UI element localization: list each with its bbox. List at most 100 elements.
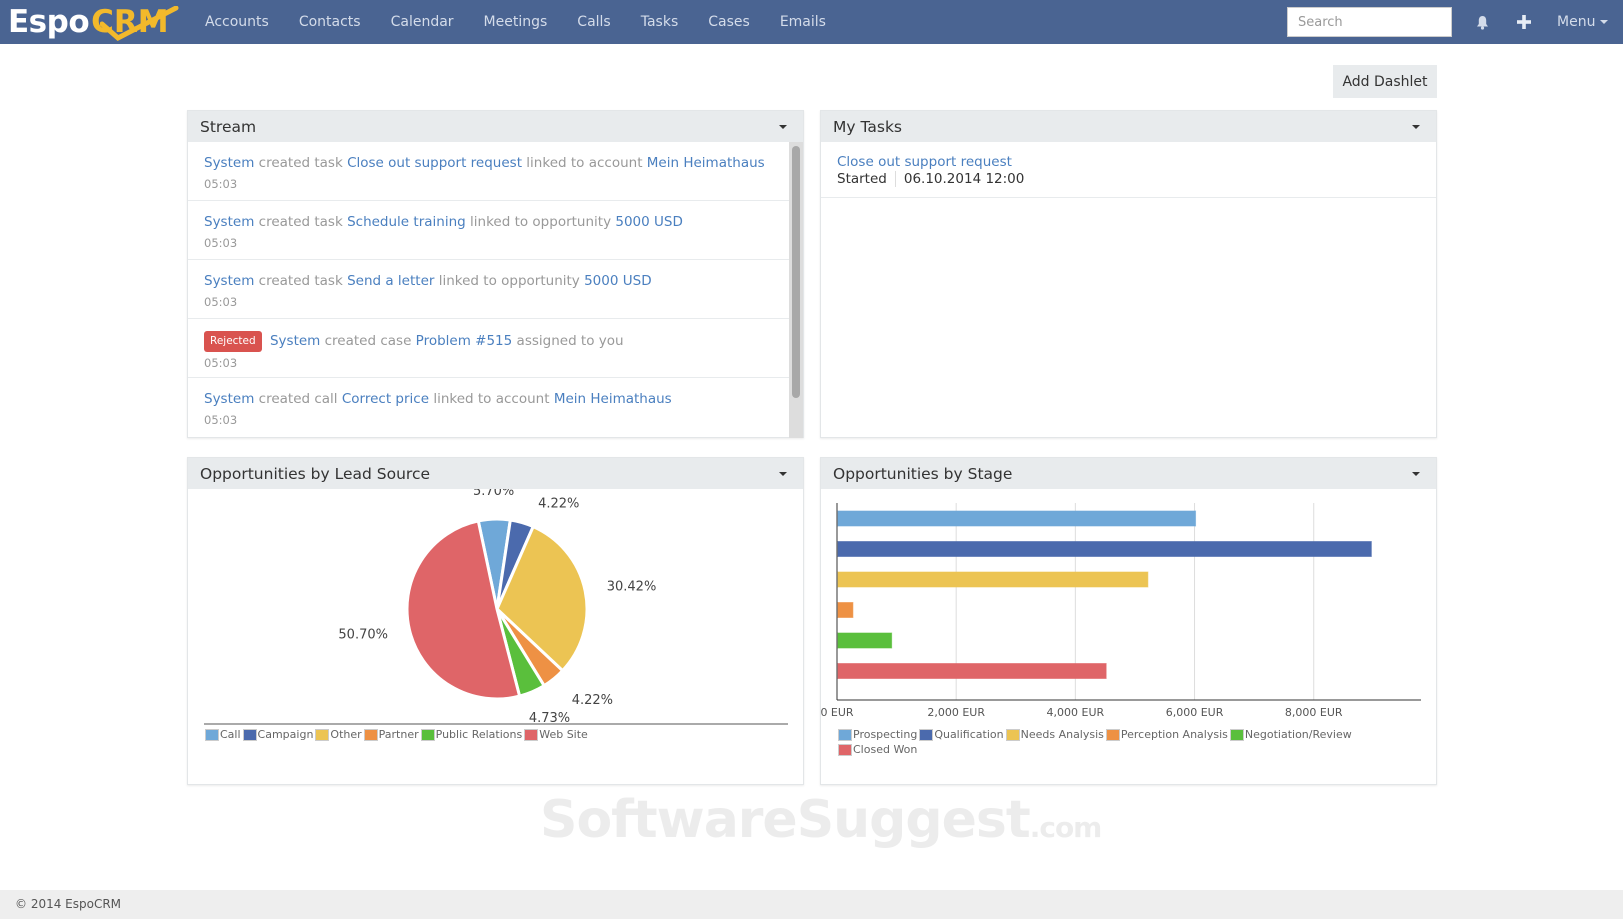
stream-related-link[interactable]: Mein Heimathaus [554,391,672,407]
legend-item-web-site[interactable]: Web Site [524,727,588,742]
legend-swatch [1005,728,1020,741]
stream-related-link[interactable]: 5000 USD [615,214,683,230]
by-stage-dashlet: Opportunities by Stage 0 EUR 2,000 EUR 4,0… [820,457,1437,785]
by-stage-dashlet-menu-button[interactable] [1408,468,1424,480]
nav-item-accounts[interactable]: Accounts [190,0,284,44]
stream-dashlet-header: Stream [188,111,803,142]
stream-related-link[interactable]: Mein Heimathaus [647,155,765,171]
legend-label: Closed Won [853,743,918,756]
legend-item-needs-analysis[interactable]: Needs Analysis [1005,727,1104,742]
bar-closed-won[interactable] [837,663,1107,679]
stream-actor-link[interactable]: System [204,273,254,289]
my-tasks-dashlet-title: My Tasks [833,117,903,136]
stream-timestamp: 05:03 [204,413,238,427]
stream-actor-link[interactable]: System [204,155,254,171]
my-tasks-dashlet-menu-button[interactable] [1408,121,1424,133]
stream-list-container: System created task Close out support re… [188,142,803,438]
stream-target-link[interactable]: Send a letter [347,273,434,289]
chevron-down-icon [779,124,787,129]
stream-related-link[interactable]: 5000 USD [584,273,652,289]
legend-item-perception-analysis[interactable]: Perception Analysis [1105,727,1228,742]
logo[interactable]: Espo CRM [8,4,179,42]
legend-swatch [363,728,378,741]
bar-qualification[interactable] [837,541,1372,557]
nav-item-calls[interactable]: Calls [562,0,625,44]
pie-chart: 5.70%4.22%30.42%4.22%4.73%50.70% [204,489,788,726]
stream-actor-link[interactable]: System [270,333,320,349]
lead-source-dashlet: Opportunities by Lead Source 5.70% 4.22% 3… [187,457,804,785]
search-input[interactable] [1287,7,1452,37]
nav-item-meetings[interactable]: Meetings [469,0,563,44]
stream-dashlet-menu-button[interactable] [775,121,791,133]
nav-item-calendar[interactable]: Calendar [376,0,469,44]
legend-item-negotiation-review[interactable]: Negotiation/Review [1229,727,1352,742]
legend-item-qualification[interactable]: Qualification [919,727,1004,742]
stream-action: created case [324,333,412,349]
by-stage-chart-area: 0 EUR 2,000 EUR 4,000 EUR 6,000 EUR 8,000 EU… [821,489,1436,785]
nav-item-tasks[interactable]: Tasks [626,0,694,44]
legend-swatch [838,743,852,756]
stream-list: System created task Close out support re… [188,142,789,437]
stream-dashlet: Stream System created task Close out sup… [187,110,804,438]
nav-item-cases[interactable]: Cases [693,0,765,44]
main-menu-button[interactable]: Menu [1557,0,1609,44]
stream-actor-link[interactable]: System [204,391,254,407]
add-dashlet-button[interactable]: Add Dashlet [1333,65,1437,98]
bell-icon [1476,15,1488,30]
legend-swatch [1229,728,1244,741]
task-item: Close out support request Started 06.10.… [821,142,1436,198]
menu-label: Menu [1557,14,1596,30]
stream-scrollbar-thumb[interactable] [792,146,800,398]
plus-icon [1517,15,1531,29]
stream-action: created call [258,391,338,407]
stream-timestamp: 05:03 [204,295,238,309]
task-name-link[interactable]: Close out support request [837,154,1420,170]
legend-swatch [242,728,257,741]
pie-label-partner: 4.22% [572,693,613,708]
stream-action: created task [258,214,343,230]
lead-source-chart-area: 5.70% 4.22% 30.42% 4.22% 4.73% 50.70% Call Cam… [188,489,803,785]
pie-label-campaign: 4.22% [538,496,579,511]
stream-item: System created call Correct price linked… [188,378,789,437]
pie-label-call: 5.70% [473,489,514,499]
legend-label: Campaign [257,728,314,741]
nav-item-emails[interactable]: Emails [765,0,841,44]
bar-negotiation-review[interactable] [837,632,893,649]
bar-needs-analysis[interactable] [837,571,1149,588]
stream-scrollbar[interactable] [789,142,803,438]
chevron-down-icon [779,471,787,476]
x-tick-label: 8,000 EUR [1285,706,1343,719]
stream-actor-link[interactable]: System [204,214,254,230]
stream-target-link[interactable]: Schedule training [347,214,466,230]
nav-item-contacts[interactable]: Contacts [284,0,376,44]
pie-label-web-site: 50.70% [338,628,388,643]
legend-item-prospecting[interactable]: Prospecting [838,727,917,742]
lead-source-dashlet-menu-button[interactable] [775,468,791,480]
notifications-button[interactable] [1470,0,1494,44]
watermark-suffix: .com [1029,811,1103,844]
legend-item-partner[interactable]: Partner [363,727,419,742]
stream-target-link[interactable]: Close out support request [347,155,522,171]
x-tick-label: 2,000 EUR [927,706,985,719]
task-status: Started [837,171,887,187]
status-badge: Rejected [204,331,262,352]
stream-item: System created task Send a letter linked… [188,260,789,319]
stream-action: created task [258,273,343,289]
legend-item-call[interactable]: Call [205,727,241,742]
bar-chart: 0 EUR 2,000 EUR 4,000 EUR 6,000 EUR 8,000 EU… [821,503,1421,719]
legend-swatch [838,728,852,741]
legend-item-campaign[interactable]: Campaign [242,727,314,742]
chevron-down-icon [1412,124,1420,129]
legend-item-public-relations[interactable]: Public Relations [420,727,522,742]
by-stage-dashlet-header: Opportunities by Stage [821,458,1436,489]
stream-relation: assigned to you [516,333,624,349]
stream-target-link[interactable]: Correct price [342,391,429,407]
bar-perception-analysis[interactable] [837,602,854,618]
nav-menu: Accounts Contacts Calendar Meetings Call… [190,0,841,44]
legend-item-closed-won[interactable]: Closed Won [838,742,917,757]
bar-prospecting[interactable] [837,510,1197,527]
stream-target-link[interactable]: Problem #515 [416,333,513,349]
legend-item-other[interactable]: Other [315,727,362,742]
quick-create-button[interactable] [1512,0,1536,44]
legend-label: Negotiation/Review [1244,728,1352,741]
